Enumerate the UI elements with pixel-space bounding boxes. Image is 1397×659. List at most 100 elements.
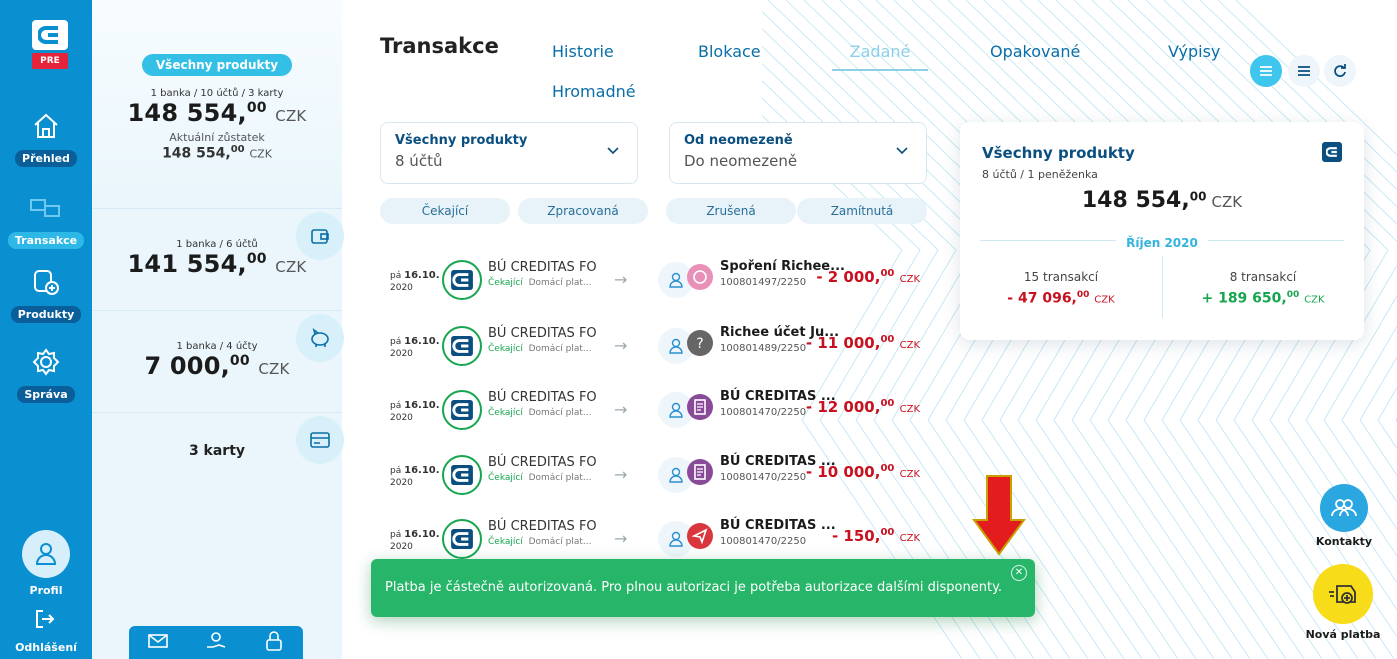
transfer-icon — [26, 188, 66, 228]
creditas-logo-icon — [442, 390, 482, 430]
filter-cekajici[interactable]: Čekající — [380, 198, 510, 224]
app-root: PRE Přehled Transakce Produkty Správa Pr… — [0, 0, 1397, 659]
nav-item-sprava[interactable]: Správa — [0, 342, 92, 403]
main-content: Transakce Historie Blokace Zadané Opakov… — [342, 0, 1397, 659]
nav-item-transakce[interactable]: Transakce — [0, 188, 92, 249]
nav-label-sprava: Správa — [17, 386, 75, 403]
filter-zrusena[interactable]: Zrušená — [666, 198, 796, 224]
wallet-button[interactable] — [296, 212, 344, 260]
filter-zamitnuta[interactable]: Zamítnutá — [797, 198, 927, 224]
product-select-value: 8 účtů — [395, 152, 443, 170]
target-account-number: 100801470/2250 — [720, 536, 807, 547]
summary-sub: 8 účtů / 1 peněženka — [982, 168, 1098, 181]
date-select-label: Od neomezeně — [684, 133, 793, 148]
arrow-right-icon: → — [614, 529, 628, 548]
profile-label: Profil — [29, 584, 63, 597]
list-view-button[interactable] — [1250, 55, 1282, 87]
transaction-row[interactable]: pá 16.10. 2020 BÚ CREDITAS FO Čekající Domá… — [384, 451, 924, 501]
all-products-card[interactable]: Všechny produkty 1 banka / 10 účtů / 3 k… — [92, 0, 342, 208]
tab-vypisy[interactable]: Výpisy — [1168, 42, 1220, 61]
list-icon — [1260, 66, 1272, 76]
close-icon[interactable]: ✕ — [1011, 565, 1027, 581]
tab-hromadne[interactable]: Hromadné — [552, 82, 636, 101]
transaction-date: pá 16.10. 2020 — [390, 529, 440, 552]
transaction-status: Čekající Domácí plat... — [488, 537, 592, 547]
bottom-quick-bar — [129, 626, 303, 659]
transaction-row[interactable]: pá 16.10. 2020 BÚ CREDITAS FO Čekající Domá… — [384, 386, 924, 436]
balance-label: Aktuální zůstatek — [169, 131, 265, 144]
nav-label-prehled: Přehled — [15, 150, 77, 167]
nav-item-prehled[interactable]: Přehled — [0, 106, 92, 167]
tab-blokace[interactable]: Blokace — [698, 42, 761, 61]
logout-label[interactable]: Odhlášení — [0, 641, 92, 654]
profile-button[interactable] — [22, 530, 70, 578]
source-account-name: BÚ CREDITAS FO — [488, 390, 597, 405]
product-select-label: Všechny produkty — [395, 133, 528, 148]
transaction-date: pá 16.10. 2020 — [390, 270, 440, 293]
lock-icon[interactable] — [264, 630, 284, 656]
contacts-button[interactable] — [1320, 484, 1368, 532]
target-account-number: 100801497/2250 — [720, 277, 807, 288]
new-payment-label: Nová platba — [1305, 628, 1381, 641]
new-payment-icon — [1329, 585, 1356, 604]
source-account-name: BÚ CREDITAS FO — [488, 519, 597, 534]
transaction-amount: - 11 000,00 CZK — [805, 334, 920, 352]
date-range-select[interactable]: Od neomezeně Do neomezeně — [669, 122, 927, 184]
nav-label-transakce: Transakce — [7, 232, 85, 249]
transaction-row[interactable]: pá 16.10. 2020 BÚ CREDITAS FO Čekající Domá… — [384, 256, 924, 306]
contacts-label: Kontakty — [1315, 535, 1373, 548]
contacts-icon — [1331, 499, 1357, 517]
transaction-date: pá 16.10. 2020 — [390, 400, 440, 423]
bank-logo[interactable]: PRE — [32, 20, 68, 74]
creditas-logo-icon — [1322, 142, 1342, 162]
balance-amount: 148 554,00 CZK — [162, 144, 272, 162]
person-icon — [35, 543, 57, 565]
wallet-icon — [311, 229, 329, 244]
logout-icon[interactable] — [34, 608, 56, 634]
transaction-status: Čekající Domácí plat... — [488, 408, 592, 418]
tab-zadane[interactable]: Zadané — [832, 42, 928, 71]
add-product-icon — [26, 262, 66, 302]
piggy-bank-icon — [311, 328, 329, 347]
mail-icon[interactable] — [147, 633, 168, 653]
source-account-name: BÚ CREDITAS FO — [488, 455, 597, 470]
transaction-row[interactable]: pá 16.10. 2020 BÚ CREDITAS FO Čekající Domá… — [384, 322, 924, 372]
target-account-number: 100801470/2250 — [720, 472, 807, 483]
product-select[interactable]: Všechny produkty 8 účtů — [380, 122, 638, 184]
menu-button[interactable] — [1288, 55, 1320, 87]
creditas-logo-icon — [442, 326, 482, 366]
target-account-number: 100801489/2250 — [720, 343, 807, 354]
summary-title: Všechny produkty — [982, 144, 1135, 162]
filter-zpracovana[interactable]: Zpracovaná — [518, 198, 648, 224]
main-navigation: PRE Přehled Transakce Produkty Správa Pr… — [0, 0, 92, 659]
tab-historie[interactable]: Historie — [552, 42, 614, 61]
document-icon — [687, 394, 713, 420]
nav-item-produkty[interactable]: Produkty — [0, 262, 92, 323]
transaction-row[interactable]: pá 16.10. 2020 BÚ CREDITAS FO Čekající Domá… — [384, 515, 924, 565]
refresh-button[interactable] — [1324, 55, 1356, 87]
arrow-right-icon: → — [614, 270, 628, 289]
arrow-right-icon: → — [614, 336, 628, 355]
date-select-value: Do neomezeně — [684, 152, 798, 170]
savings-button[interactable] — [296, 314, 344, 362]
send-icon — [687, 523, 713, 549]
question-icon: ? — [687, 330, 713, 356]
piggy-icon — [687, 264, 713, 290]
transaction-status: Čekající Domácí plat... — [488, 473, 592, 483]
payment-hand-icon[interactable] — [205, 630, 227, 656]
arrow-right-icon: → — [614, 465, 628, 484]
transaction-amount: - 2 000,00 CZK — [816, 268, 920, 286]
cards-button[interactable] — [296, 416, 344, 464]
all-products-pill[interactable]: Všechny produkty — [141, 54, 293, 76]
all-products-amount: 148 554,00 CZK — [127, 99, 307, 127]
creditas-logo-icon — [442, 455, 482, 495]
card-icon — [310, 432, 330, 448]
tab-opakovane[interactable]: Opakované — [990, 42, 1080, 61]
new-payment-button[interactable] — [1313, 564, 1373, 624]
svg-text:?: ? — [696, 336, 703, 352]
target-account-number: 100801470/2250 — [720, 407, 807, 418]
source-account-name: BÚ CREDITAS FO — [488, 260, 597, 275]
transaction-amount: - 10 000,00 CZK — [805, 463, 920, 481]
creditas-logo-icon — [32, 20, 68, 50]
chevron-down-icon — [896, 147, 908, 155]
